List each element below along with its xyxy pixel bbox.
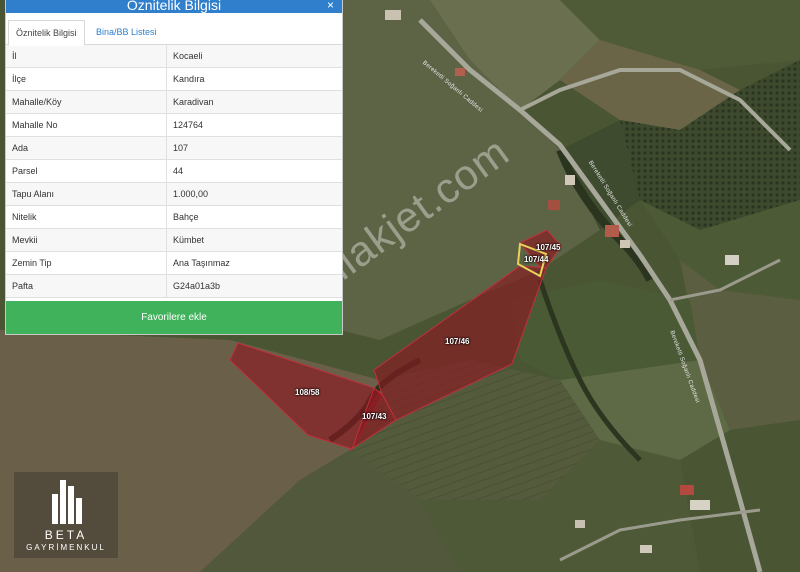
close-icon[interactable]: × [327,0,334,11]
table-row: Parsel 44 [6,160,342,183]
row-value: G24a01a3b [173,281,221,291]
panel-title: Öznitelik Bilgisi [126,0,222,13]
table-row: Mevkii Kümbet [6,229,342,252]
panel-tabs: Öznitelik Bilgisi Bina/BB Listesi [6,13,342,46]
attribute-info-panel: Öznitelik Bilgisi × Öznitelik Bilgisi Bi… [5,0,343,335]
row-value: 107 [173,143,189,153]
row-label: İlçe [6,68,167,90]
row-label: Zemin Tip [6,252,167,274]
row-value: Karadivan [173,97,214,107]
attribute-table: İl Kocaeli İlçe Kandıra Mahalle/Köy Kara… [6,45,342,298]
row-value: Kümbet [173,235,205,245]
logo-subtitle: GAYRİMENKUL [26,543,106,552]
tab-building-list[interactable]: Bina/BB Listesi [89,20,164,45]
row-label: Ada [6,137,167,159]
beta-logo: BETA GAYRİMENKUL [14,472,118,558]
row-value: 44 [173,166,184,176]
parcel-label-107-45: 107/45 [536,243,561,252]
logo-name: BETA [44,528,88,542]
table-row: Tapu Alanı 1.000,00 [6,183,342,206]
row-value: Ana Taşınmaz [173,258,230,268]
table-row: İl Kocaeli [6,45,342,68]
row-value: Bahçe [173,212,199,222]
table-row: Pafta G24a01a3b [6,275,342,298]
parcel-label-107-44: 107/44 [524,255,549,264]
parcel-label-107-43: 107/43 [362,412,387,421]
table-row: Nitelik Bahçe [6,206,342,229]
row-label: İl [6,45,167,67]
row-value: Kocaeli [173,51,203,61]
row-label: Mahalle/Köy [6,91,167,113]
parcel-label-108-58: 108/58 [295,388,320,397]
building-logo-icon [52,480,82,524]
table-row: Mahalle/Köy Karadivan [6,91,342,114]
add-to-favorites-button[interactable]: Favorilere ekle [6,301,342,334]
row-label: Mahalle No [6,114,167,136]
parcel-label-107-46: 107/46 [445,337,470,346]
table-row: İlçe Kandıra [6,68,342,91]
row-label: Mevkii [6,229,167,251]
tab-attribute-info[interactable]: Öznitelik Bilgisi [8,20,85,46]
row-value: Kandıra [173,74,205,84]
row-label: Tapu Alanı [6,183,167,205]
row-label: Pafta [6,275,167,297]
table-row: Zemin Tip Ana Taşınmaz [6,252,342,275]
row-value: 1.000,00 [173,189,209,199]
row-label: Nitelik [6,206,167,228]
panel-header: Öznitelik Bilgisi × [6,0,342,13]
row-label: Parsel [6,160,167,182]
table-row: Ada 107 [6,137,342,160]
table-row: Mahalle No 124764 [6,114,342,137]
row-value: 124764 [173,120,204,130]
